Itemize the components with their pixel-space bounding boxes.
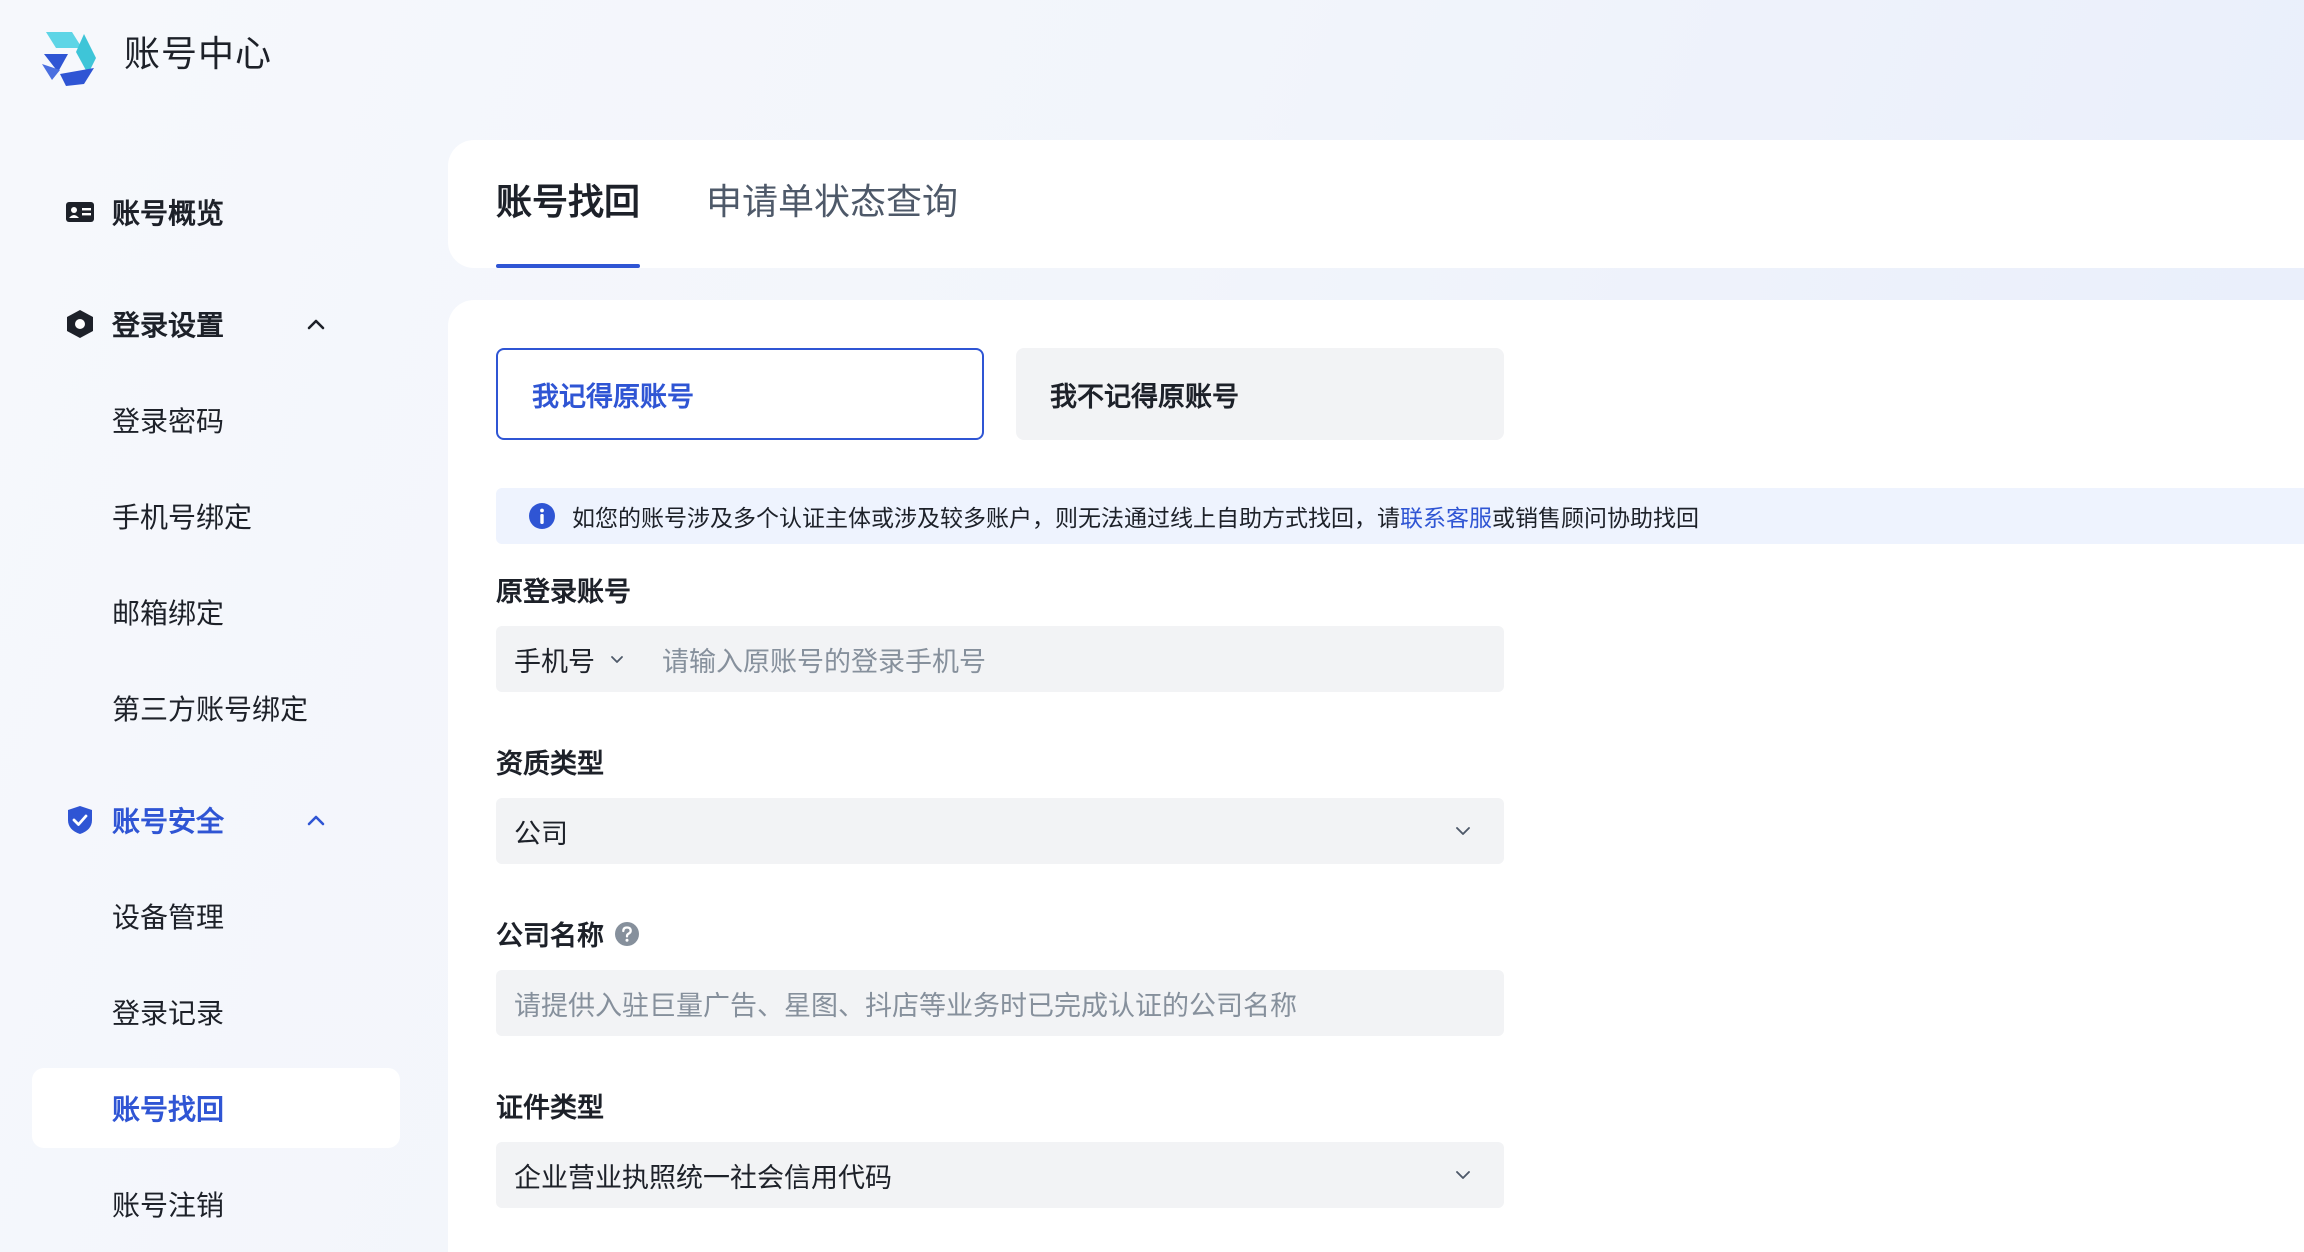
chevron-up-icon[interactable] bbox=[302, 310, 330, 338]
chevron-down-icon bbox=[1456, 1171, 1470, 1179]
sidebar-item-overview[interactable]: 账号概览 bbox=[32, 172, 400, 252]
qualification-type-value: 公司 bbox=[514, 818, 568, 850]
sidebar-group-label: 登录设置 bbox=[112, 309, 225, 342]
account-type-value: 手机号 bbox=[514, 646, 595, 678]
help-icon[interactable] bbox=[614, 921, 640, 947]
qualification-type-label: 资质类型 bbox=[496, 742, 604, 781]
field-label-text: 公司名称 bbox=[496, 921, 604, 952]
notice-banner: 如您的账号涉及多个认证主体或涉及较多账户，则无法通过线上自助方式找回，请 联系客服… bbox=[496, 488, 2304, 544]
chevron-down-icon bbox=[611, 656, 623, 663]
recovery-form-card: 我记得原账号 我不记得原账号 如您的账号涉及多个认证主体或涉及较多账户，则无法通… bbox=[448, 300, 2304, 1252]
id-card-icon bbox=[64, 196, 96, 228]
sidebar: 账号概览 登录设置 登录密码 手机号绑定 邮箱绑定 第三方账号绑定 账号安全 设… bbox=[0, 120, 448, 1252]
chevron-down-icon bbox=[1456, 827, 1470, 835]
sidebar-item-label: 手机号绑定 bbox=[112, 501, 253, 534]
brand-title: 账号中心 bbox=[124, 34, 273, 75]
sidebar-item-account-recovery[interactable]: 账号找回 bbox=[32, 1068, 400, 1148]
tab-account-recovery[interactable]: 账号找回 bbox=[496, 178, 640, 228]
notice-text-after: 或销售顾问协助找回 bbox=[1492, 506, 1699, 532]
sidebar-item-login-password[interactable]: 登录密码 bbox=[32, 380, 400, 460]
sidebar-item-phone-binding[interactable]: 手机号绑定 bbox=[32, 476, 400, 556]
sidebar-item-login-records[interactable]: 登录记录 bbox=[32, 972, 400, 1052]
sidebar-item-third-party-binding[interactable]: 第三方账号绑定 bbox=[32, 668, 400, 748]
original-account-field: 手机号 请输入原账号的登录手机号 bbox=[496, 626, 1504, 692]
field-label-text: 资质类型 bbox=[496, 749, 604, 780]
sidebar-item-label: 账号找回 bbox=[112, 1093, 225, 1126]
sidebar-item-label: 账号概览 bbox=[112, 197, 225, 230]
tab-application-status[interactable]: 申请单状态查询 bbox=[706, 178, 958, 228]
sidebar-group-label: 账号安全 bbox=[112, 805, 225, 838]
option-remember-account[interactable]: 我记得原账号 bbox=[496, 348, 984, 440]
qualification-type-select[interactable]: 公司 bbox=[496, 798, 1504, 864]
certificate-type-value: 企业营业执照统一社会信用代码 bbox=[514, 1162, 892, 1194]
header: 账号中心 bbox=[0, 0, 2304, 120]
settings-hexagon-icon bbox=[64, 308, 96, 340]
sidebar-item-label: 设备管理 bbox=[112, 901, 225, 934]
sidebar-item-account-cancellation[interactable]: 账号注销 bbox=[32, 1164, 400, 1244]
sidebar-item-label: 邮箱绑定 bbox=[112, 597, 225, 630]
app-root: 账号中心 账号概览 登录设置 登录密码 手机号绑定 邮箱绑定 第三方账号绑定 账… bbox=[0, 0, 2304, 1252]
company-name-label: 公司名称 bbox=[496, 914, 640, 953]
company-name-input[interactable]: 请提供入驻巨量广告、星图、抖店等业务时已完成认证的公司名称 bbox=[496, 970, 1504, 1036]
active-tab-indicator bbox=[496, 264, 640, 268]
logo-icon bbox=[42, 32, 96, 86]
sidebar-item-label: 登录记录 bbox=[112, 997, 225, 1030]
sidebar-item-label: 登录密码 bbox=[112, 405, 225, 438]
sidebar-item-label: 第三方账号绑定 bbox=[112, 693, 309, 726]
contact-support-link[interactable]: 联系客服 bbox=[1400, 499, 1492, 533]
phone-input[interactable]: 请输入原账号的登录手机号 bbox=[662, 640, 986, 679]
sidebar-group-account-security[interactable]: 账号安全 bbox=[32, 780, 400, 860]
option-forget-account[interactable]: 我不记得原账号 bbox=[1016, 348, 1504, 440]
sidebar-item-email-binding[interactable]: 邮箱绑定 bbox=[32, 572, 400, 652]
field-label-text: 原登录账号 bbox=[496, 577, 631, 608]
field-label-text: 证件类型 bbox=[496, 1093, 604, 1124]
company-name-placeholder: 请提供入驻巨量广告、星图、抖店等业务时已完成认证的公司名称 bbox=[514, 990, 1297, 1022]
certificate-type-select[interactable]: 企业营业执照统一社会信用代码 bbox=[496, 1142, 1504, 1208]
chevron-up-icon[interactable] bbox=[302, 806, 330, 834]
sidebar-group-login-settings[interactable]: 登录设置 bbox=[32, 284, 400, 364]
notice-text-before: 如您的账号涉及多个认证主体或涉及较多账户，则无法通过线上自助方式找回，请 bbox=[572, 506, 1400, 532]
original-account-label: 原登录账号 bbox=[496, 570, 631, 609]
sidebar-item-label: 账号注销 bbox=[112, 1189, 225, 1222]
shield-icon bbox=[64, 804, 96, 836]
certificate-type-label: 证件类型 bbox=[496, 1086, 604, 1125]
account-type-select[interactable]: 手机号 bbox=[496, 640, 662, 679]
tabs-bar: 账号找回 申请单状态查询 bbox=[448, 140, 2304, 268]
info-icon bbox=[529, 503, 555, 529]
sidebar-item-device-management[interactable]: 设备管理 bbox=[32, 876, 400, 956]
